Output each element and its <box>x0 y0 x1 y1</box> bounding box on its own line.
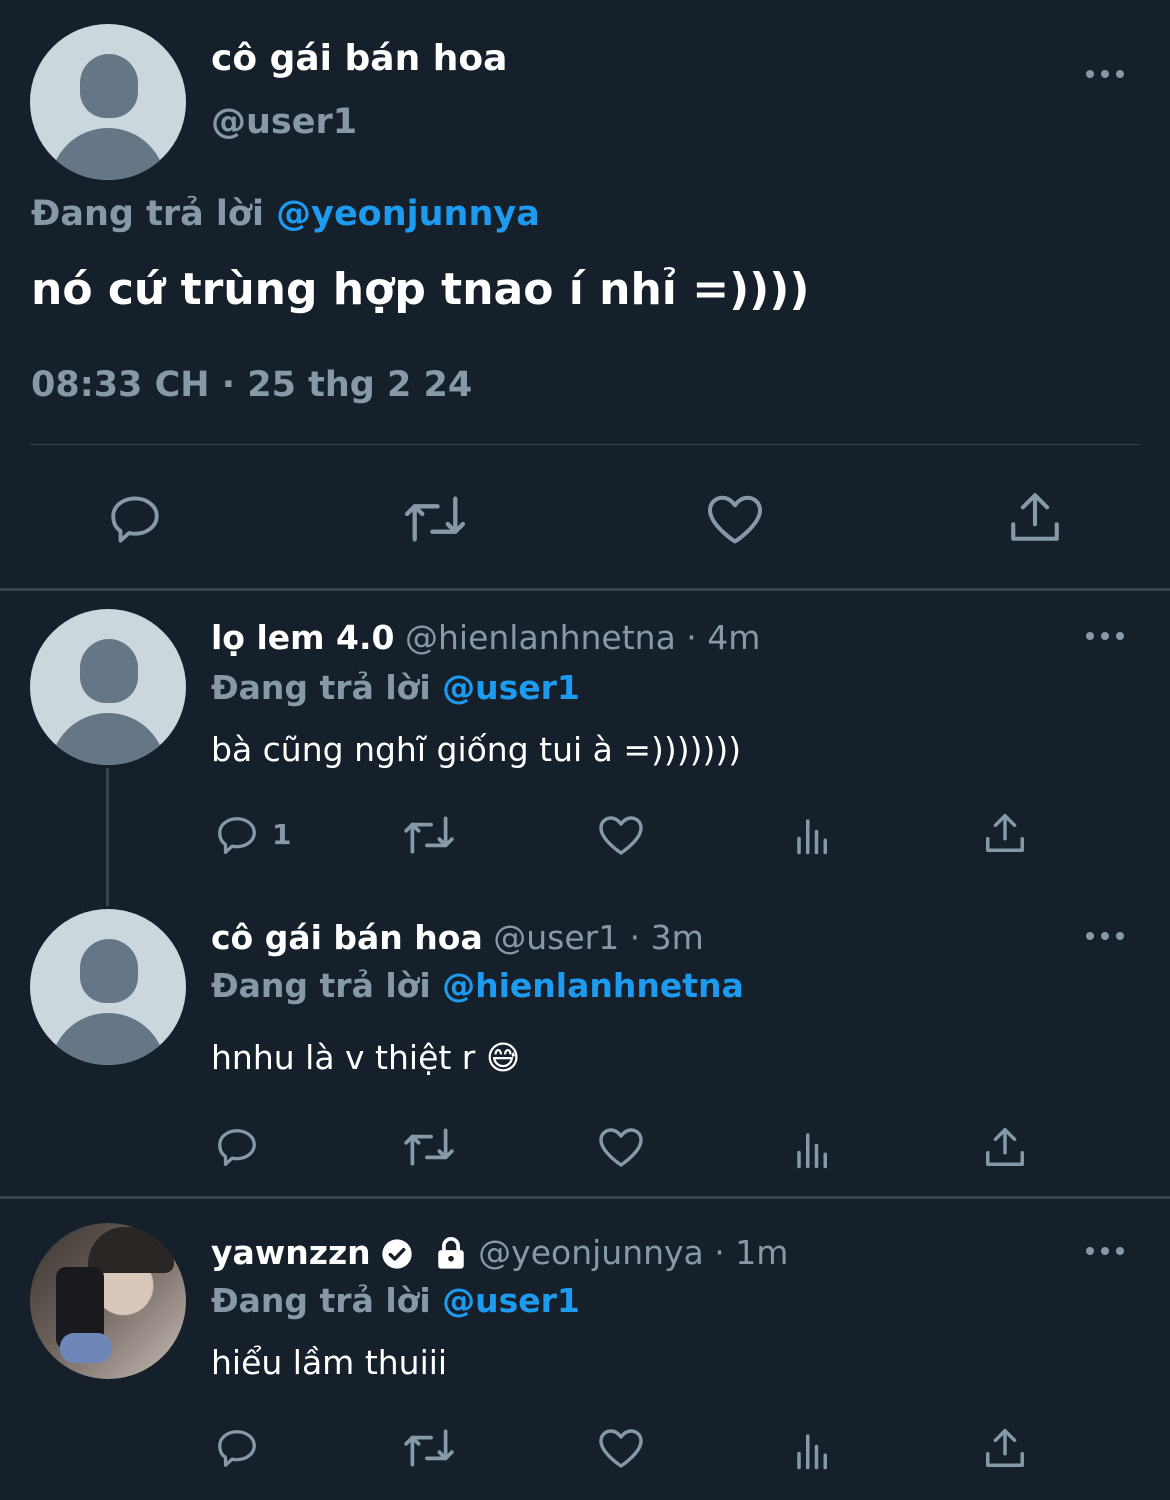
reply-icon[interactable] <box>106 490 164 548</box>
tweet-header: cô gái bán hoa @user1 · 3m <box>211 918 704 957</box>
author-name[interactable]: cô gái bán hoa <box>211 38 507 79</box>
tweet-text: bà cũng nghĩ giống tui à =))))))) <box>211 730 742 769</box>
author-name[interactable]: cô gái bán hoa <box>211 918 483 957</box>
replying-to: Đang trả lời @user1 <box>211 1281 580 1320</box>
avatar[interactable] <box>30 24 186 180</box>
handle-time[interactable]: @user1 · 3m <box>493 918 704 957</box>
replying-prefix: Đang trả lời <box>211 1281 431 1320</box>
lock-icon <box>437 1237 464 1269</box>
retweet-icon[interactable] <box>402 812 456 858</box>
analytics-icon[interactable] <box>792 1128 834 1170</box>
more-icon[interactable] <box>1086 1247 1124 1257</box>
reply-tweet[interactable]: cô gái bán hoa @user1 · 3m Đang trả lời … <box>0 908 1170 1196</box>
avatar[interactable] <box>30 1223 186 1379</box>
share-icon[interactable] <box>982 1124 1028 1170</box>
more-icon[interactable] <box>1086 932 1124 942</box>
like-icon[interactable] <box>597 812 645 858</box>
replying-to-link[interactable]: @hienlanhnetna <box>442 966 744 1005</box>
avatar[interactable] <box>30 609 186 765</box>
tweet-header: lọ lem 4.0 @hienlanhnetna · 4m <box>211 618 760 657</box>
author-name[interactable]: lọ lem 4.0 <box>211 618 395 657</box>
retweet-icon[interactable] <box>402 1124 456 1170</box>
avatar[interactable] <box>30 909 186 1065</box>
reply-count: 1 <box>272 818 292 851</box>
tweet-header: yawnzzn @yeonjunnya · 1m <box>211 1233 788 1272</box>
replying-to-link[interactable]: @user1 <box>442 668 580 707</box>
tweet-text: hnhu là v thiệt r 😅 <box>211 1038 521 1077</box>
replying-prefix: Đang trả lời <box>211 966 431 1005</box>
tweet-text: hiểu lầm thuiii <box>211 1343 448 1382</box>
replying-to-link[interactable]: @user1 <box>442 1281 580 1320</box>
verified-icon <box>382 1239 412 1269</box>
author-handle[interactable]: @user1 <box>211 102 357 142</box>
retweet-icon[interactable] <box>402 490 468 548</box>
like-icon[interactable] <box>597 1124 645 1170</box>
tweet-text: nó cứ trùng hợp tnao í nhỉ =)))) <box>31 264 810 315</box>
main-tweet: cô gái bán hoa @user1 Đang trả lời @yeon… <box>0 0 1170 590</box>
replying-to-link[interactable]: @yeonjunnya <box>276 194 540 234</box>
replying-to: Đang trả lời @user1 <box>211 668 580 707</box>
analytics-icon[interactable] <box>792 1429 834 1471</box>
analytics-icon[interactable] <box>792 814 834 856</box>
more-icon[interactable] <box>1086 70 1124 80</box>
replying-prefix: Đang trả lời <box>211 668 431 707</box>
replying-to: Đang trả lời @yeonjunnya <box>31 194 540 234</box>
like-icon[interactable] <box>597 1425 645 1471</box>
share-icon[interactable] <box>1006 488 1064 546</box>
handle-time[interactable]: @hienlanhnetna · 4m <box>405 618 760 657</box>
reply-tweet[interactable]: lọ lem 4.0 @hienlanhnetna · 4m Đang trả … <box>0 590 1170 908</box>
timestamp[interactable]: 08:33 CH · 25 thg 2 24 <box>31 365 472 405</box>
reply-icon[interactable] <box>214 1425 260 1471</box>
reply-icon[interactable] <box>214 1124 260 1170</box>
like-icon[interactable] <box>705 490 765 548</box>
share-icon[interactable] <box>982 810 1028 856</box>
author-name[interactable]: yawnzzn <box>211 1233 371 1272</box>
reply-icon[interactable] <box>214 812 260 858</box>
replying-to: Đang trả lời @hienlanhnetna <box>211 966 744 1005</box>
handle-time[interactable]: @yeonjunnya · 1m <box>478 1233 788 1272</box>
divider <box>30 444 1140 445</box>
retweet-icon[interactable] <box>402 1425 456 1471</box>
reply-tweet[interactable]: yawnzzn @yeonjunnya · 1m Đang trả lời @u… <box>0 1199 1170 1500</box>
share-icon[interactable] <box>982 1425 1028 1471</box>
more-icon[interactable] <box>1086 632 1124 642</box>
replying-prefix: Đang trả lời <box>31 194 264 234</box>
